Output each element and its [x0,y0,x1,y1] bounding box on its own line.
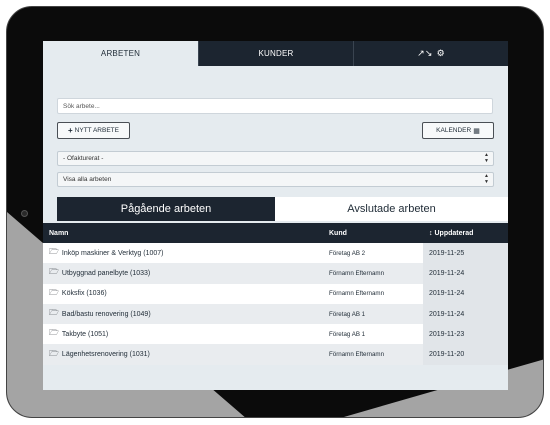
folder-icon: 🗁 [49,328,59,338]
search-input[interactable] [57,98,493,114]
tab-arbeten[interactable]: ARBETEN [43,41,198,66]
chart-trend-icon: ↗↘ [417,48,433,58]
table-row[interactable]: 🗁 Inköp maskiner & Verktyg (1007) Företag… [43,243,508,264]
job-customer: Förnamn Efternamn [329,269,385,277]
folder-icon: 🗁 [49,267,59,277]
invoice-filter-select[interactable]: - Ofakturerat - ▲ ▼ [57,151,494,166]
calendar-label: KALENDER [436,127,472,134]
job-customer: Förnamn Efternamn [329,351,385,359]
header-customer[interactable]: Kund [323,230,423,237]
table-body: 🗁 Inköp maskiner & Verktyg (1007) Företag… [43,243,508,365]
select-arrows-icon: ▲ ▼ [484,152,489,164]
job-updated: 2019-11-20 [423,344,508,365]
tab-tools[interactable]: ↗↘ ⚙ [353,41,508,66]
tablet-camera [21,210,28,217]
folder-icon: 🗁 [49,247,59,257]
job-customer: Företag AB 2 [329,249,366,257]
new-job-label: NYTT ARBETE [74,127,119,134]
job-updated: 2019-11-25 [423,243,508,264]
tab-kunder[interactable]: KUNDER [198,41,353,66]
tab-finished-jobs[interactable]: Avslutade arbeten [275,197,508,221]
job-updated: 2019-11-24 [423,303,508,325]
header-updated-label: Uppdaterad [434,229,474,237]
tab-finished-label: Avslutade arbeten [347,203,436,215]
app-screen: ARBETEN KUNDER ↗↘ ⚙ + NYTT ARBETE KALEND… [43,41,508,390]
gear-icon: ⚙ [436,48,445,58]
new-job-button[interactable]: + NYTT ARBETE [57,122,130,139]
job-customer: Företag AB 1 [329,330,366,338]
table-row[interactable]: 🗁 Utbyggnad panelbyte (1033) Förnamn Efte… [43,263,508,284]
job-scope-value: Visa alla arbeten [63,176,112,183]
job-name: Takbyte (1051) [61,330,109,338]
job-status-tabs: Pågående arbeten Avslutade arbeten [57,197,508,221]
table-header: Namn Kund ↕ Uppdaterad [43,223,508,243]
plus-icon: + [68,126,73,135]
tablet-frame: ARBETEN KUNDER ↗↘ ⚙ + NYTT ARBETE KALEND… [6,6,544,418]
sort-icon: ↕ [429,229,433,237]
job-name: Inköp maskiner & Verktyg (1007) [61,249,164,257]
job-updated: 2019-11-24 [423,283,508,304]
folder-icon: 🗁 [49,287,59,297]
select-arrows-icon: ▲ ▼ [484,173,489,185]
tab-ongoing-label: Pågående arbeten [120,203,212,215]
job-name: Utbyggnad panelbyte (1033) [61,269,151,277]
job-customer: Förnamn Efternamn [329,290,385,298]
calendar-icon: ▦ [473,127,480,135]
table-row[interactable]: 🗁 Bad/bastu renovering (1049) Företag AB … [43,303,508,325]
table-row[interactable]: 🗁 Köksfix (1036) Förnamn Efternamn 2019-1… [43,283,508,304]
jobs-table: Namn Kund ↕ Uppdaterad 🗁 Inköp maskiner &… [43,223,508,365]
folder-icon: 🗁 [49,348,59,358]
invoice-filter-value: - Ofakturerat - [63,155,104,162]
job-updated: 2019-11-23 [423,324,508,345]
job-scope-select[interactable]: Visa alla arbeten ▲ ▼ [57,172,494,187]
job-name: Lägenhetsrenovering (1031) [61,351,150,359]
header-updated[interactable]: ↕ Uppdaterad [423,223,508,243]
job-name: Köksfix (1036) [61,290,107,298]
top-nav: ARBETEN KUNDER ↗↘ ⚙ [43,41,508,66]
job-updated: 2019-11-24 [423,263,508,284]
tab-kunder-label: KUNDER [258,49,294,58]
tab-arbeten-label: ARBETEN [100,49,141,58]
header-name[interactable]: Namn [43,230,323,237]
job-customer: Företag AB 1 [329,310,366,318]
tab-ongoing-jobs[interactable]: Pågående arbeten [57,197,275,221]
table-row[interactable]: 🗁 Takbyte (1051) Företag AB 1 2019-11-23 [43,324,508,345]
table-row[interactable]: 🗁 Lägenhetsrenovering (1031) Förnamn Efte… [43,344,508,365]
calendar-button[interactable]: KALENDER ▦ [422,122,494,139]
folder-icon: 🗁 [49,308,59,318]
job-name: Bad/bastu renovering (1049) [61,310,151,318]
